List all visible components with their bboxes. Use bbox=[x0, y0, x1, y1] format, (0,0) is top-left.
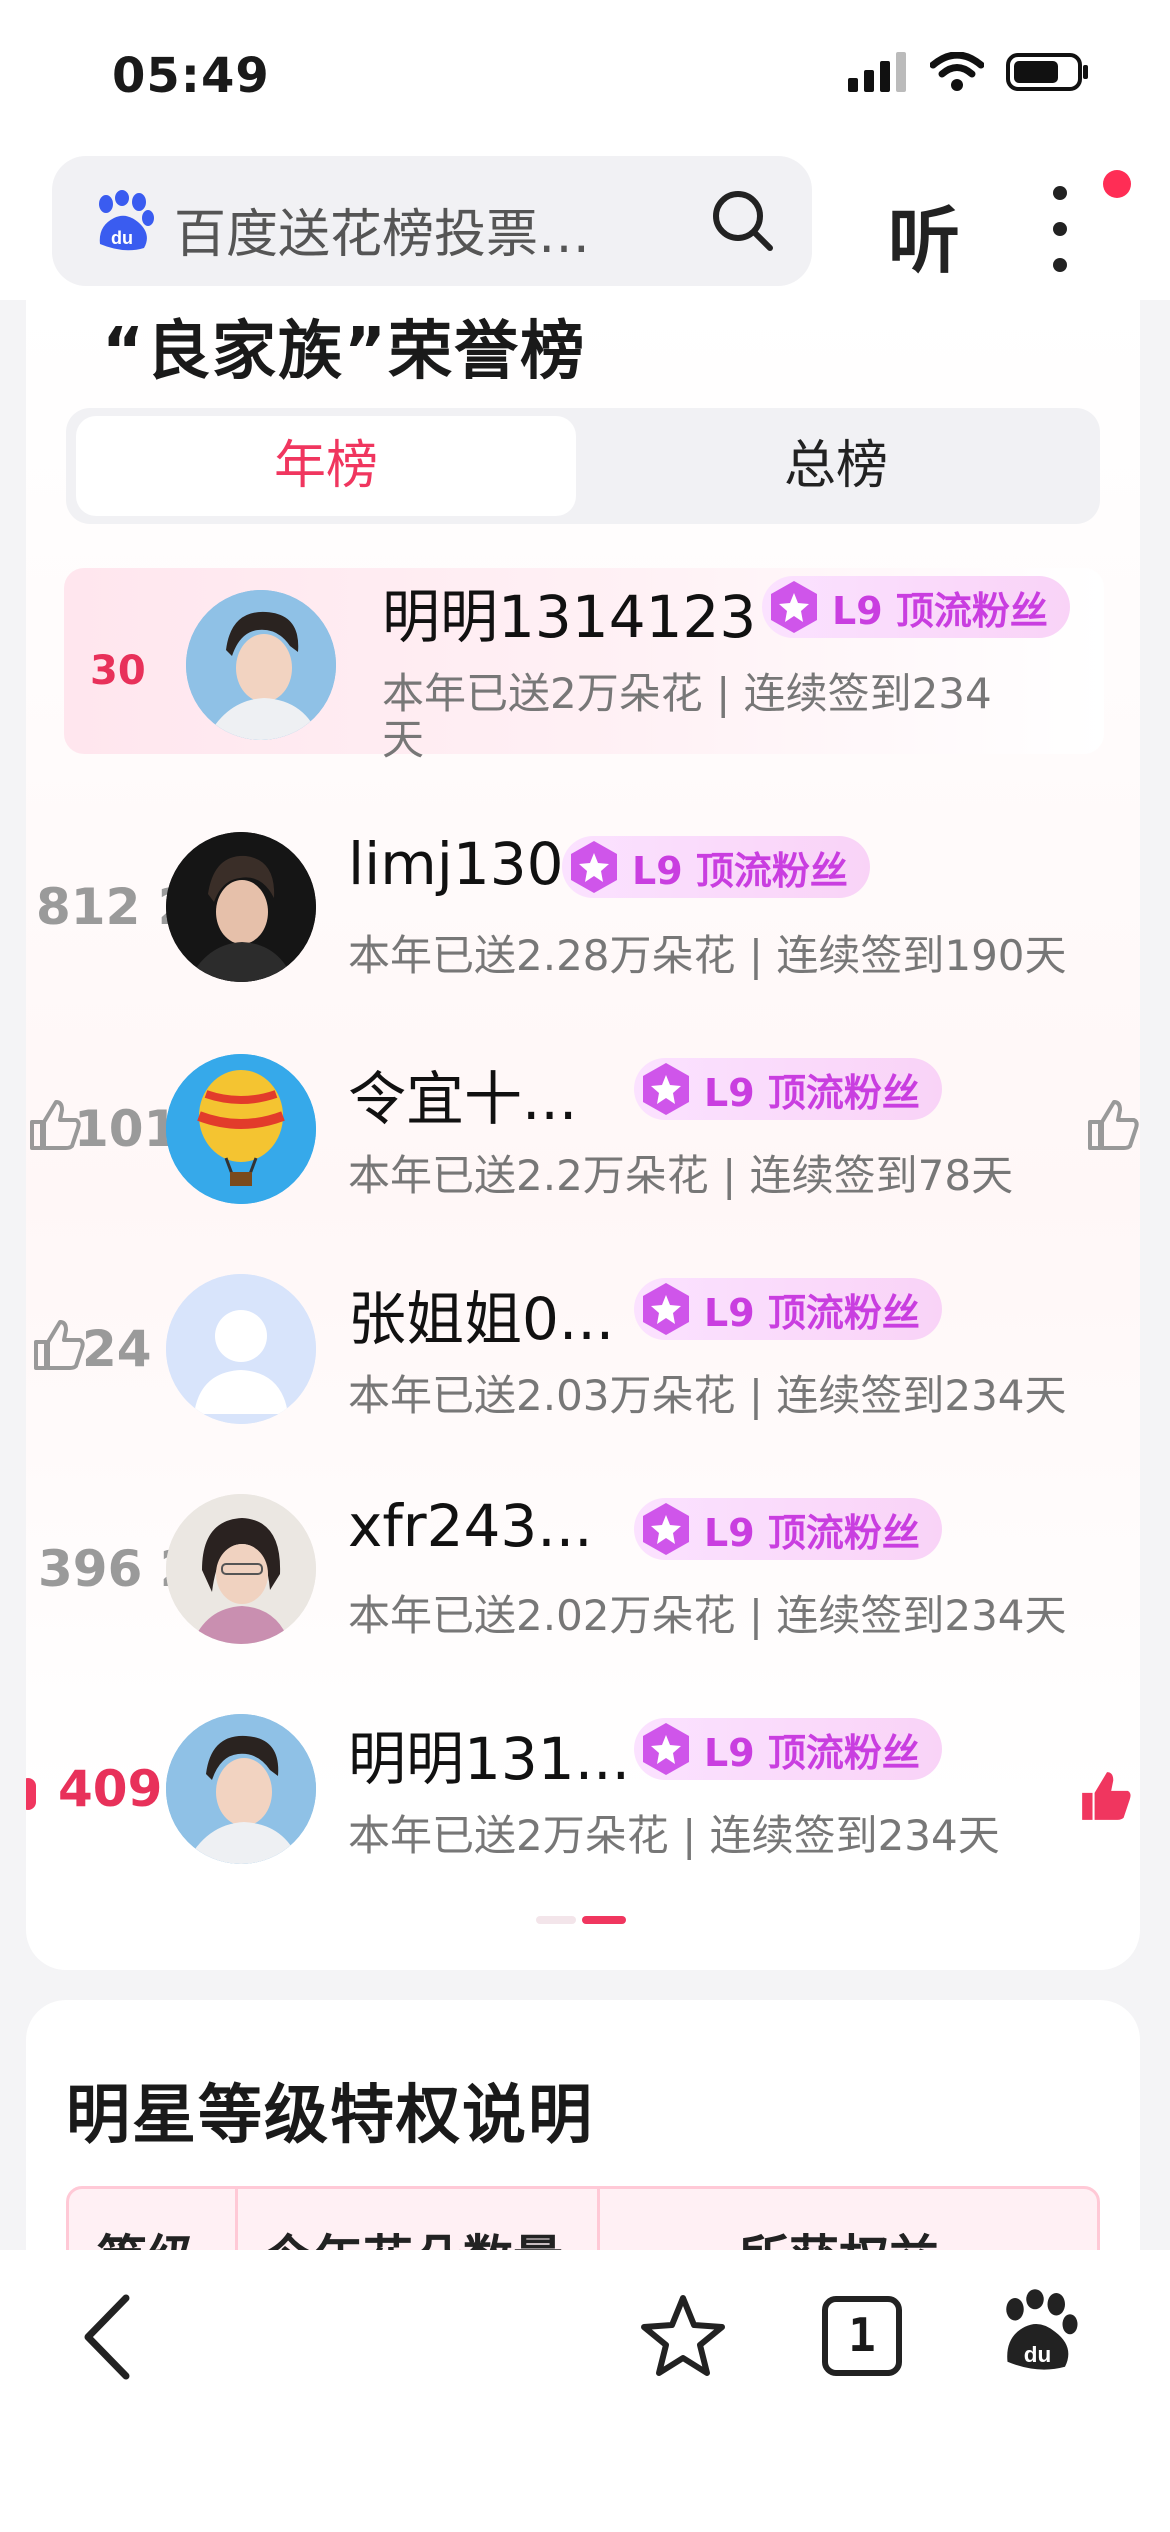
fan-level-badge: L9 顶流粉丝 bbox=[562, 836, 870, 898]
honor-title: “良家族”荣誉榜 bbox=[102, 315, 587, 389]
search-placeholder: 百度送花榜投票… bbox=[174, 205, 591, 265]
baidu-paw-icon: du bbox=[99, 190, 154, 251]
user-meta: 本年已送2万朵花 | 连续签到234天 bbox=[348, 1811, 1000, 1860]
level-star-icon bbox=[771, 581, 817, 633]
more-menu-icon[interactable] bbox=[1048, 186, 1072, 276]
user-name: 令宜十... bbox=[348, 1065, 578, 1133]
level-star-icon bbox=[643, 1283, 689, 1335]
battery-icon bbox=[1006, 53, 1088, 91]
avatar bbox=[166, 1714, 316, 1864]
user-meta: 本年已送2万朵花 | 连续签到234 bbox=[382, 669, 992, 718]
tab-total[interactable]: 总榜 bbox=[586, 416, 1086, 516]
fan-level-badge: L9 顶流粉丝 bbox=[634, 1718, 942, 1780]
honor-list-card: “良家族”荣誉榜 年榜 总榜 30 明明1314123 L9 顶流粉丝 本年已送… bbox=[26, 300, 1140, 1970]
fan-level-badge: L9 顶流粉丝 bbox=[634, 1498, 942, 1560]
tab-year[interactable]: 年榜 bbox=[76, 416, 576, 516]
tabs-count: 1 bbox=[848, 2308, 876, 2362]
user-meta: 本年已送2.03万朵花 | 连续签到234天 bbox=[348, 1371, 1067, 1420]
level-star-icon bbox=[643, 1723, 689, 1775]
privileges-title: 明星等级特权说明 bbox=[66, 2079, 594, 2153]
status-icons bbox=[848, 52, 1090, 92]
user-meta: 本年已送2.2万朵花 | 连续签到78天 bbox=[348, 1151, 1014, 1200]
avatar bbox=[166, 832, 316, 982]
avatar bbox=[166, 1494, 316, 1644]
list-item-self[interactable]: 30 明明1314123 L9 顶流粉丝 本年已送2万朵花 | 连续签到234 … bbox=[26, 568, 1140, 764]
page-indicator bbox=[536, 1916, 626, 1924]
level-star-icon bbox=[643, 1063, 689, 1115]
fan-level-badge: L9 顶流粉丝 bbox=[634, 1058, 942, 1120]
period-tabs: 年榜 总榜 bbox=[66, 408, 1100, 524]
back-icon[interactable] bbox=[78, 2292, 138, 2382]
notification-dot bbox=[1103, 170, 1131, 198]
level-star-icon bbox=[571, 841, 617, 893]
user-meta: 本年已送2.28万朵花 | 连续签到190天 bbox=[348, 931, 1067, 980]
rank-number: 30 bbox=[90, 648, 146, 694]
list-item[interactable]: 409 30 明明131... L9 顶流粉丝 本年已送2万朵花 | 连续签到2… bbox=[26, 1712, 1140, 1902]
baidu-paw-icon[interactable]: du bbox=[1000, 2288, 1080, 2378]
status-time: 05:49 bbox=[112, 48, 270, 104]
list-item[interactable]: 812 26 limj130 L9 顶流粉丝 本年已送2.28万朵花 | 连续签… bbox=[26, 830, 1140, 1020]
bottom-nav: 1 du bbox=[0, 2250, 1170, 2532]
thumbs-up-filled-icon[interactable] bbox=[1078, 1768, 1134, 1824]
avatar bbox=[166, 1054, 316, 1204]
search-box[interactable]: du 百度送花榜投票… bbox=[52, 156, 812, 286]
avatar bbox=[166, 1274, 316, 1424]
badge-text: L9 顶流粉丝 bbox=[704, 1510, 920, 1555]
user-meta-wrap: 天 bbox=[382, 715, 425, 764]
list-item[interactable]: 101 27 令宜十... L9 顶流粉丝 本年已送2.2万朵花 | 连续签到7… bbox=[26, 1052, 1140, 1242]
svg-text:du: du bbox=[1024, 2342, 1052, 2367]
status-bar: 05:49 bbox=[0, 0, 1170, 150]
search-icon[interactable] bbox=[710, 188, 776, 254]
avatar bbox=[186, 590, 336, 740]
user-name: 明明1314123 bbox=[382, 583, 757, 651]
user-name: xfr243... bbox=[348, 1492, 593, 1560]
fan-level-badge: L9 顶流粉丝 bbox=[762, 576, 1070, 638]
badge-text: L9 顶流粉丝 bbox=[632, 848, 848, 893]
badge-text: L9 顶流粉丝 bbox=[704, 1070, 920, 1115]
badge-text: L9 顶流粉丝 bbox=[704, 1730, 920, 1775]
thumbs-up-icon[interactable] bbox=[32, 1318, 86, 1372]
liked-indicator bbox=[26, 1778, 36, 1810]
cellular-signal-icon bbox=[848, 52, 906, 92]
star-icon[interactable] bbox=[638, 2292, 728, 2382]
user-meta: 本年已送2.02万朵花 | 连续签到234天 bbox=[348, 1591, 1067, 1640]
level-star-icon bbox=[643, 1503, 689, 1555]
tabs-count-button[interactable]: 1 bbox=[822, 2296, 902, 2376]
wifi-icon bbox=[930, 52, 984, 91]
user-name: 张姐姐0... bbox=[348, 1285, 615, 1353]
user-name: 明明131... bbox=[348, 1725, 631, 1793]
badge-text: L9 顶流粉丝 bbox=[704, 1290, 920, 1335]
badge-text: L9 顶流粉丝 bbox=[832, 588, 1048, 633]
fan-level-badge: L9 顶流粉丝 bbox=[634, 1278, 942, 1340]
svg-text:du: du bbox=[111, 228, 133, 248]
browser-toolbar: du 百度送花榜投票… 听 bbox=[0, 150, 1170, 300]
listen-button[interactable]: 听 bbox=[888, 182, 960, 287]
user-name: limj130 bbox=[348, 830, 564, 898]
thumbs-up-icon[interactable] bbox=[1086, 1098, 1140, 1152]
list-item[interactable]: 24 28 张姐姐0... L9 顶流粉丝 本年已送2.03万朵花 | 连续签到… bbox=[26, 1272, 1140, 1462]
list-item[interactable]: 396 29 xfr243... L9 顶流粉丝 本年已送2.02万朵花 | 连… bbox=[26, 1492, 1140, 1682]
